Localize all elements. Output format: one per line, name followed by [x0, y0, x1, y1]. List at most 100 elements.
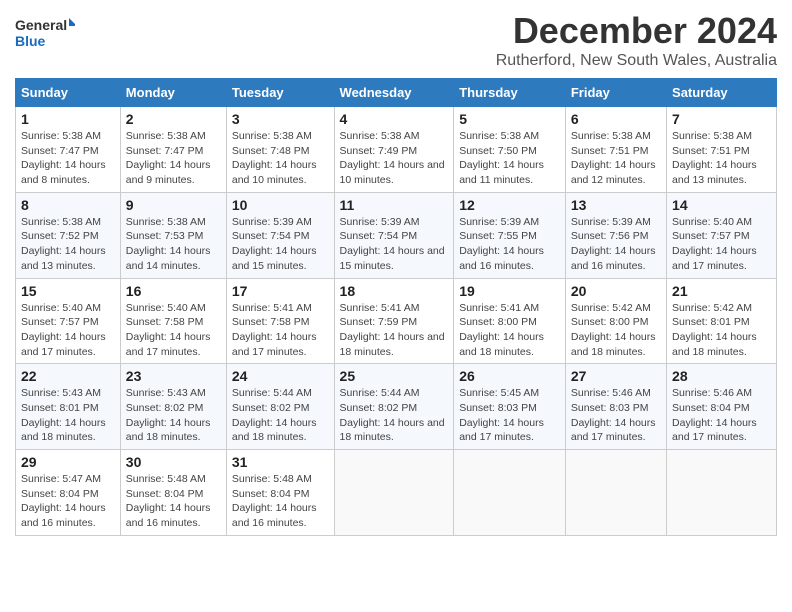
table-row: 13 Sunrise: 5:39 AM Sunset: 7:56 PM Dayl…: [565, 192, 666, 278]
day-info: Sunrise: 5:38 AM Sunset: 7:51 PM Dayligh…: [571, 129, 661, 188]
day-info: Sunrise: 5:38 AM Sunset: 7:53 PM Dayligh…: [126, 215, 221, 274]
table-row: 25 Sunrise: 5:44 AM Sunset: 8:02 PM Dayl…: [334, 364, 454, 450]
table-row: 6 Sunrise: 5:38 AM Sunset: 7:51 PM Dayli…: [565, 107, 666, 193]
table-row: 23 Sunrise: 5:43 AM Sunset: 8:02 PM Dayl…: [120, 364, 226, 450]
day-info: Sunrise: 5:43 AM Sunset: 8:01 PM Dayligh…: [21, 386, 115, 445]
day-info: Sunrise: 5:46 AM Sunset: 8:03 PM Dayligh…: [571, 386, 661, 445]
table-row: 18 Sunrise: 5:41 AM Sunset: 7:59 PM Dayl…: [334, 278, 454, 364]
table-row: [334, 450, 454, 536]
day-number: 18: [340, 283, 449, 299]
day-number: 7: [672, 111, 771, 127]
svg-text:Blue: Blue: [15, 33, 46, 49]
day-number: 30: [126, 454, 221, 470]
day-info: Sunrise: 5:38 AM Sunset: 7:51 PM Dayligh…: [672, 129, 771, 188]
day-number: 28: [672, 368, 771, 384]
table-row: [667, 450, 777, 536]
day-info: Sunrise: 5:42 AM Sunset: 8:00 PM Dayligh…: [571, 301, 661, 360]
table-row: 31 Sunrise: 5:48 AM Sunset: 8:04 PM Dayl…: [226, 450, 334, 536]
table-row: 24 Sunrise: 5:44 AM Sunset: 8:02 PM Dayl…: [226, 364, 334, 450]
day-info: Sunrise: 5:41 AM Sunset: 7:58 PM Dayligh…: [232, 301, 329, 360]
day-number: 6: [571, 111, 661, 127]
table-row: 19 Sunrise: 5:41 AM Sunset: 8:00 PM Dayl…: [454, 278, 566, 364]
day-number: 16: [126, 283, 221, 299]
calendar-header-row: Sunday Monday Tuesday Wednesday Thursday…: [16, 79, 777, 107]
table-row: 2 Sunrise: 5:38 AM Sunset: 7:47 PM Dayli…: [120, 107, 226, 193]
day-number: 27: [571, 368, 661, 384]
table-row: 28 Sunrise: 5:46 AM Sunset: 8:04 PM Dayl…: [667, 364, 777, 450]
day-number: 10: [232, 197, 329, 213]
header-monday: Monday: [120, 79, 226, 107]
day-number: 14: [672, 197, 771, 213]
table-row: 29 Sunrise: 5:47 AM Sunset: 8:04 PM Dayl…: [16, 450, 121, 536]
day-number: 5: [459, 111, 560, 127]
table-row: 15 Sunrise: 5:40 AM Sunset: 7:57 PM Dayl…: [16, 278, 121, 364]
day-info: Sunrise: 5:44 AM Sunset: 8:02 PM Dayligh…: [340, 386, 449, 445]
table-row: 3 Sunrise: 5:38 AM Sunset: 7:48 PM Dayli…: [226, 107, 334, 193]
day-number: 12: [459, 197, 560, 213]
table-row: 30 Sunrise: 5:48 AM Sunset: 8:04 PM Dayl…: [120, 450, 226, 536]
day-number: 22: [21, 368, 115, 384]
day-number: 4: [340, 111, 449, 127]
day-info: Sunrise: 5:40 AM Sunset: 7:57 PM Dayligh…: [21, 301, 115, 360]
day-info: Sunrise: 5:38 AM Sunset: 7:47 PM Dayligh…: [126, 129, 221, 188]
day-info: Sunrise: 5:38 AM Sunset: 7:52 PM Dayligh…: [21, 215, 115, 274]
day-info: Sunrise: 5:38 AM Sunset: 7:47 PM Dayligh…: [21, 129, 115, 188]
day-number: 15: [21, 283, 115, 299]
header-friday: Friday: [565, 79, 666, 107]
table-row: 26 Sunrise: 5:45 AM Sunset: 8:03 PM Dayl…: [454, 364, 566, 450]
table-row: 12 Sunrise: 5:39 AM Sunset: 7:55 PM Dayl…: [454, 192, 566, 278]
table-row: 4 Sunrise: 5:38 AM Sunset: 7:49 PM Dayli…: [334, 107, 454, 193]
day-info: Sunrise: 5:44 AM Sunset: 8:02 PM Dayligh…: [232, 386, 329, 445]
header-thursday: Thursday: [454, 79, 566, 107]
day-info: Sunrise: 5:39 AM Sunset: 7:56 PM Dayligh…: [571, 215, 661, 274]
day-number: 26: [459, 368, 560, 384]
table-row: 9 Sunrise: 5:38 AM Sunset: 7:53 PM Dayli…: [120, 192, 226, 278]
day-info: Sunrise: 5:38 AM Sunset: 7:48 PM Dayligh…: [232, 129, 329, 188]
day-info: Sunrise: 5:43 AM Sunset: 8:02 PM Dayligh…: [126, 386, 221, 445]
day-number: 25: [340, 368, 449, 384]
table-row: 27 Sunrise: 5:46 AM Sunset: 8:03 PM Dayl…: [565, 364, 666, 450]
table-row: 17 Sunrise: 5:41 AM Sunset: 7:58 PM Dayl…: [226, 278, 334, 364]
table-row: [565, 450, 666, 536]
day-number: 23: [126, 368, 221, 384]
table-row: 1 Sunrise: 5:38 AM Sunset: 7:47 PM Dayli…: [16, 107, 121, 193]
day-number: 13: [571, 197, 661, 213]
table-row: 8 Sunrise: 5:38 AM Sunset: 7:52 PM Dayli…: [16, 192, 121, 278]
day-number: 1: [21, 111, 115, 127]
day-number: 31: [232, 454, 329, 470]
table-row: 5 Sunrise: 5:38 AM Sunset: 7:50 PM Dayli…: [454, 107, 566, 193]
day-info: Sunrise: 5:42 AM Sunset: 8:01 PM Dayligh…: [672, 301, 771, 360]
day-number: 29: [21, 454, 115, 470]
day-number: 17: [232, 283, 329, 299]
header-sunday: Sunday: [16, 79, 121, 107]
day-info: Sunrise: 5:47 AM Sunset: 8:04 PM Dayligh…: [21, 472, 115, 531]
day-number: 24: [232, 368, 329, 384]
day-info: Sunrise: 5:40 AM Sunset: 7:58 PM Dayligh…: [126, 301, 221, 360]
day-number: 9: [126, 197, 221, 213]
calendar-table: Sunday Monday Tuesday Wednesday Thursday…: [15, 78, 777, 536]
day-number: 20: [571, 283, 661, 299]
table-row: 7 Sunrise: 5:38 AM Sunset: 7:51 PM Dayli…: [667, 107, 777, 193]
day-info: Sunrise: 5:41 AM Sunset: 8:00 PM Dayligh…: [459, 301, 560, 360]
table-row: 11 Sunrise: 5:39 AM Sunset: 7:54 PM Dayl…: [334, 192, 454, 278]
title-area: December 2024 Rutherford, New South Wale…: [496, 10, 777, 70]
header-tuesday: Tuesday: [226, 79, 334, 107]
day-number: 19: [459, 283, 560, 299]
day-info: Sunrise: 5:48 AM Sunset: 8:04 PM Dayligh…: [232, 472, 329, 531]
day-info: Sunrise: 5:39 AM Sunset: 7:54 PM Dayligh…: [232, 215, 329, 274]
day-info: Sunrise: 5:46 AM Sunset: 8:04 PM Dayligh…: [672, 386, 771, 445]
day-number: 11: [340, 197, 449, 213]
table-row: 16 Sunrise: 5:40 AM Sunset: 7:58 PM Dayl…: [120, 278, 226, 364]
table-row: 21 Sunrise: 5:42 AM Sunset: 8:01 PM Dayl…: [667, 278, 777, 364]
table-row: 20 Sunrise: 5:42 AM Sunset: 8:00 PM Dayl…: [565, 278, 666, 364]
header-saturday: Saturday: [667, 79, 777, 107]
table-row: 22 Sunrise: 5:43 AM Sunset: 8:01 PM Dayl…: [16, 364, 121, 450]
svg-text:General: General: [15, 17, 67, 33]
header-wednesday: Wednesday: [334, 79, 454, 107]
day-info: Sunrise: 5:45 AM Sunset: 8:03 PM Dayligh…: [459, 386, 560, 445]
day-info: Sunrise: 5:48 AM Sunset: 8:04 PM Dayligh…: [126, 472, 221, 531]
table-row: 14 Sunrise: 5:40 AM Sunset: 7:57 PM Dayl…: [667, 192, 777, 278]
month-title: December 2024: [496, 10, 777, 52]
day-info: Sunrise: 5:39 AM Sunset: 7:54 PM Dayligh…: [340, 215, 449, 274]
day-info: Sunrise: 5:38 AM Sunset: 7:50 PM Dayligh…: [459, 129, 560, 188]
